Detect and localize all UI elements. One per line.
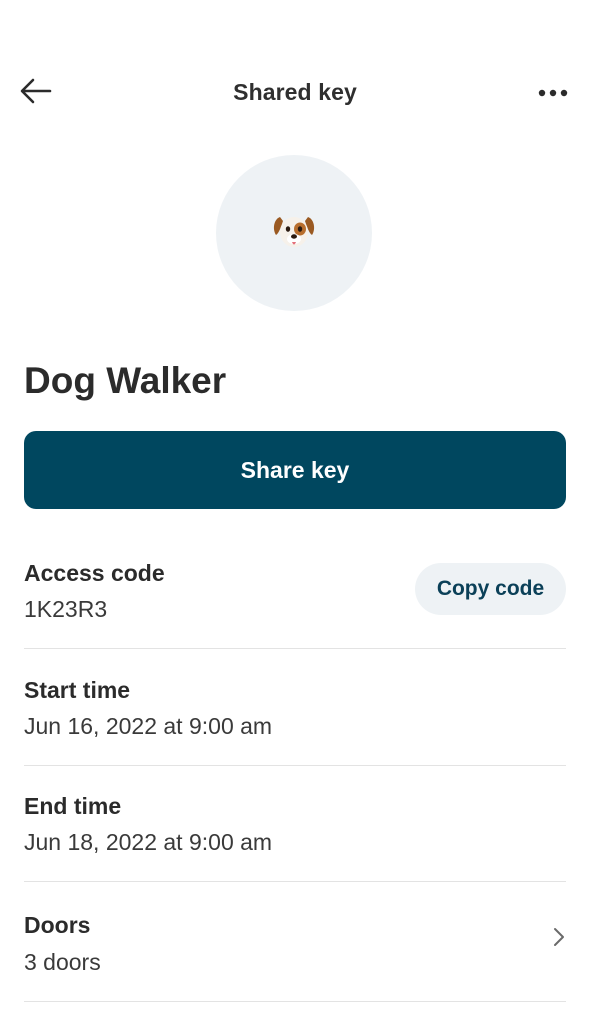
access-code-value: 1K23R3 <box>24 596 108 622</box>
share-key-button[interactable]: Share key <box>24 431 566 509</box>
end-time-row: End time Jun 18, 2022 at 9:00 am <box>24 766 566 882</box>
doors-row[interactable]: Doors 3 doors <box>24 882 566 1002</box>
avatar <box>216 155 372 311</box>
end-time-label: End time <box>24 793 122 819</box>
copy-code-button[interactable]: Copy code <box>415 563 566 615</box>
more-horizontal-icon <box>538 85 568 100</box>
dog-face-icon <box>272 211 316 256</box>
top-bar: Shared key <box>0 62 590 122</box>
start-time-row: Start time Jun 16, 2022 at 9:00 am <box>24 649 566 766</box>
access-code-row: Access code 1K23R3 Copy code <box>24 530 566 649</box>
end-time-value: Jun 18, 2022 at 9:00 am <box>24 829 273 855</box>
more-options-button[interactable] <box>532 80 568 104</box>
access-code-label: Access code <box>24 560 165 586</box>
key-name: Dog Walker <box>24 360 227 401</box>
start-time-value: Jun 16, 2022 at 9:00 am <box>24 713 273 739</box>
page-title: Shared key <box>233 79 357 105</box>
doors-label: Doors <box>24 912 91 938</box>
chevron-right-icon <box>552 926 566 948</box>
doors-value: 3 doors <box>24 949 101 975</box>
shared-key-screen: Shared key Dog Walker Share key Access c… <box>0 0 590 1024</box>
start-time-label: Start time <box>24 677 131 703</box>
